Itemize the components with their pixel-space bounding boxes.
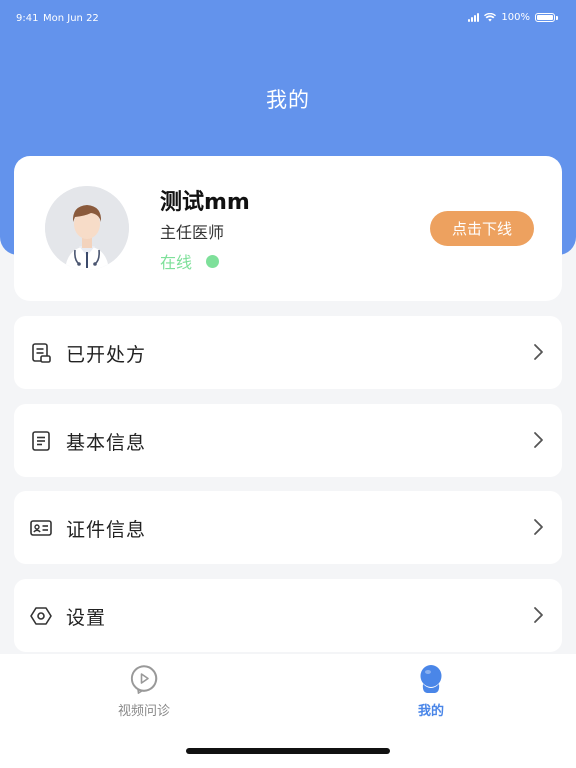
id-card-icon — [30, 520, 52, 536]
chevron-right-icon — [534, 519, 543, 535]
status-date: Mon Jun 22 — [43, 13, 99, 24]
menu-item-basic-info[interactable]: 基本信息 — [14, 404, 562, 477]
online-dot-icon — [206, 254, 220, 268]
status-time: 9:41 — [16, 13, 39, 24]
menu-item-settings[interactable]: 设置 — [14, 579, 562, 652]
battery-percent: 100% — [501, 12, 530, 23]
menu-item-label: 已开处方 — [66, 344, 147, 366]
chevron-right-icon — [534, 607, 543, 623]
hexagon-settings-icon — [30, 607, 52, 625]
tab-label: 我的 — [417, 704, 444, 719]
tab-label: 视频问诊 — [117, 704, 170, 719]
home-indicator — [186, 748, 390, 754]
profile-card: 测试mm 主任医师 在线 点击下线 — [14, 156, 562, 301]
page-title: 我的 — [266, 88, 310, 112]
status-bar: 9:41 Mon Jun 22 100% — [0, 0, 576, 36]
chevron-right-icon — [534, 344, 543, 360]
menu-item-label: 基本信息 — [66, 432, 147, 454]
video-play-icon — [130, 665, 158, 694]
status-indicators: 100% — [468, 12, 558, 23]
online-status-label: 在线 — [160, 253, 193, 272]
cellular-signal-icon — [468, 13, 480, 22]
menu-item-label: 设置 — [66, 607, 107, 629]
person-icon — [420, 665, 442, 693]
menu-item-label: 证件信息 — [66, 519, 147, 541]
wifi-icon — [484, 13, 497, 22]
document-icon — [32, 431, 50, 451]
prescription-icon — [32, 343, 51, 363]
doctor-avatar-icon — [45, 186, 129, 270]
go-offline-button[interactable]: 点击下线 — [430, 211, 534, 246]
chevron-right-icon — [534, 432, 543, 448]
avatar — [45, 186, 129, 270]
online-status: 在线 — [160, 249, 220, 273]
menu-item-credentials[interactable]: 证件信息 — [14, 491, 562, 564]
tab-video-consultation[interactable]: 视频问诊 — [84, 664, 204, 719]
tab-mine[interactable]: 我的 — [371, 664, 491, 719]
menu-item-prescriptions[interactable]: 已开处方 — [14, 316, 562, 389]
battery-icon — [535, 13, 555, 22]
doctor-title: 主任医师 — [160, 223, 225, 242]
doctor-name: 测试mm — [160, 190, 250, 215]
